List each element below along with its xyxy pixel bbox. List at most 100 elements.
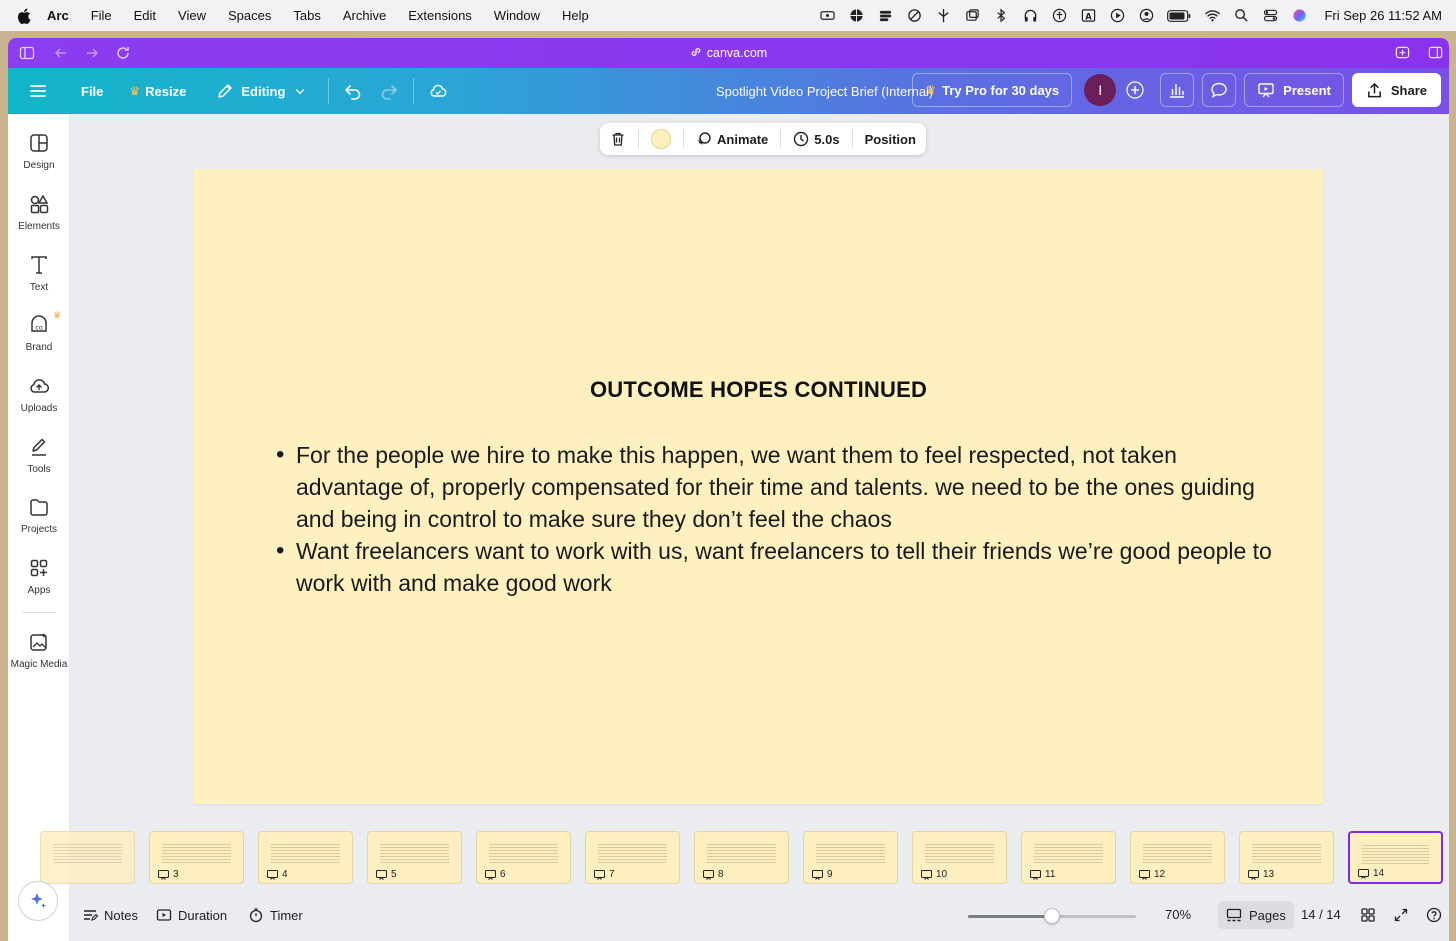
headphones-icon[interactable] (1022, 9, 1038, 23)
cloud-save-button[interactable] (420, 73, 456, 109)
menu-help[interactable]: Help (562, 8, 589, 23)
control-center-icon[interactable] (1262, 9, 1278, 23)
slide-page-14[interactable]: OUTCOME HOPES CONTINUED For the people w… (194, 169, 1323, 804)
page-thumbnail[interactable]: 13 (1239, 831, 1334, 884)
search-icon[interactable] (1233, 9, 1249, 23)
undo-button[interactable] (335, 73, 371, 109)
zoom-slider-handle[interactable] (1044, 908, 1060, 924)
page-thumbnail[interactable]: 11 (1021, 831, 1116, 884)
app-menu-arc[interactable]: Arc (47, 8, 69, 23)
play-icon[interactable] (1109, 8, 1125, 23)
wifi-icon[interactable] (1204, 9, 1220, 23)
do-not-disturb-icon[interactable] (906, 9, 922, 23)
pages-button[interactable]: Pages (1218, 901, 1294, 929)
page-number-label: 11 (1045, 869, 1056, 880)
try-pro-button[interactable]: ♛ Try Pro for 30 days (912, 73, 1073, 107)
notes-button[interactable]: Notes (82, 907, 138, 923)
menu-archive[interactable]: Archive (343, 8, 386, 23)
siri-icon[interactable] (1291, 9, 1307, 23)
sidebar-item-uploads[interactable]: Uploads (8, 375, 70, 414)
add-collaborator-button[interactable] (1118, 73, 1152, 107)
basketball-icon[interactable] (848, 9, 864, 23)
zoom-slider[interactable] (968, 908, 1136, 924)
share-button[interactable]: Share (1351, 73, 1441, 107)
duration-label: 5.0s (814, 131, 840, 147)
menu-view[interactable]: View (178, 8, 206, 23)
duration-button[interactable]: 5.0s (793, 131, 840, 147)
menu-edit[interactable]: Edit (134, 8, 156, 23)
fullscreen-button[interactable] (1393, 907, 1409, 923)
sidebar-item-apps[interactable]: Apps (8, 557, 70, 596)
animate-button[interactable]: Animate (696, 131, 768, 147)
toolbar-right-group: ♛ Try Pro for 30 days I Present Share (912, 73, 1441, 107)
grid-view-button[interactable] (1360, 907, 1376, 923)
editing-mode-dropdown[interactable]: Editing (207, 73, 316, 109)
comments-button[interactable] (1202, 73, 1237, 107)
help-button[interactable] (1426, 907, 1442, 923)
present-icon (1248, 869, 1259, 880)
stack-icon[interactable] (877, 9, 893, 23)
slide-bullet[interactable]: Want freelancers want to work with us, w… (276, 535, 1286, 599)
apple-menu-icon[interactable] (17, 7, 31, 24)
url-bar-actions (1395, 45, 1443, 60)
comment-icon (1211, 82, 1227, 98)
menu-tabs[interactable]: Tabs (293, 8, 320, 23)
split-view-icon[interactable] (1428, 45, 1443, 60)
toolbar-divider (328, 78, 330, 104)
sidebar-item-magic-media[interactable]: Magic Media (8, 631, 70, 670)
page-thumbnail[interactable]: 6 (476, 831, 571, 884)
sidebar-item-text[interactable]: Text (8, 254, 70, 293)
slide-bullet-list[interactable]: For the people we hire to make this happ… (276, 439, 1286, 599)
page-number-label: 8 (718, 869, 724, 880)
sidebar-item-elements[interactable]: Elements (8, 193, 70, 232)
slide-title[interactable]: OUTCOME HOPES CONTINUED (194, 377, 1323, 403)
page-number-label: 3 (173, 869, 179, 880)
duration-button[interactable]: Duration (156, 907, 227, 923)
page-thumbnail-active[interactable]: 14 (1348, 831, 1443, 884)
menu-spaces[interactable]: Spaces (228, 8, 271, 23)
windows-icon[interactable] (964, 9, 980, 23)
trash-icon[interactable] (610, 131, 626, 147)
slide-bullet[interactable]: For the people we hire to make this happ… (276, 439, 1286, 535)
sidebar-item-design[interactable]: Design (8, 132, 70, 171)
position-button[interactable]: Position (865, 132, 916, 147)
page-thumbnail[interactable]: 10 (912, 831, 1007, 884)
user-icon[interactable] (1138, 8, 1154, 23)
document-title[interactable]: Spotlight Video Project Brief (Internal) (716, 68, 933, 114)
avatar[interactable]: I (1084, 74, 1117, 106)
accessibility-icon[interactable] (1051, 8, 1067, 23)
page-thumbnail[interactable]: 7 (585, 831, 680, 884)
file-menu-button[interactable]: File (72, 73, 112, 109)
menu-window[interactable]: Window (494, 8, 540, 23)
sidebar-item-tools[interactable]: Tools (8, 436, 70, 475)
page-thumbnail[interactable]: 4 (258, 831, 353, 884)
resize-button[interactable]: ♛ Resize (120, 73, 195, 109)
lightning-icon[interactable] (935, 8, 951, 23)
page-thumbnail[interactable]: 9 (803, 831, 898, 884)
page-thumbnail[interactable]: 12 (1130, 831, 1225, 884)
zoom-level[interactable]: 70% (1165, 907, 1191, 922)
menu-file[interactable]: File (91, 8, 112, 23)
input-a-icon[interactable]: A (1080, 9, 1096, 23)
menubar-clock[interactable]: Fri Sep 26 11:52 AM (1324, 8, 1442, 23)
present-button[interactable]: Present (1244, 73, 1344, 107)
sidebar-item-brand[interactable]: co ♛ Brand (8, 310, 70, 353)
sidebar-item-projects[interactable]: Projects (8, 496, 70, 535)
menu-extensions[interactable]: Extensions (408, 8, 472, 23)
background-color-swatch[interactable] (651, 129, 671, 149)
main-menu-button[interactable] (20, 73, 56, 109)
bluetooth-icon[interactable] (993, 8, 1009, 23)
page-thumbnail-partial[interactable] (40, 831, 135, 884)
battery-icon[interactable] (1167, 9, 1191, 23)
url-display[interactable]: canva.com (8, 46, 1449, 60)
screen-mirror-icon[interactable] (819, 9, 835, 23)
redo-button[interactable] (371, 73, 407, 109)
magic-assistant-button[interactable] (18, 881, 58, 921)
insights-button[interactable] (1160, 73, 1195, 107)
page-thumbnail[interactable]: 3 (149, 831, 244, 884)
page-thumbnail[interactable]: 8 (694, 831, 789, 884)
timer-button[interactable]: Timer (248, 907, 303, 923)
editor-toolbar: File ♛ Resize Editing Spotlight Video Pr… (8, 68, 1449, 114)
extensions-icon[interactable] (1395, 45, 1410, 60)
page-thumbnail[interactable]: 5 (367, 831, 462, 884)
